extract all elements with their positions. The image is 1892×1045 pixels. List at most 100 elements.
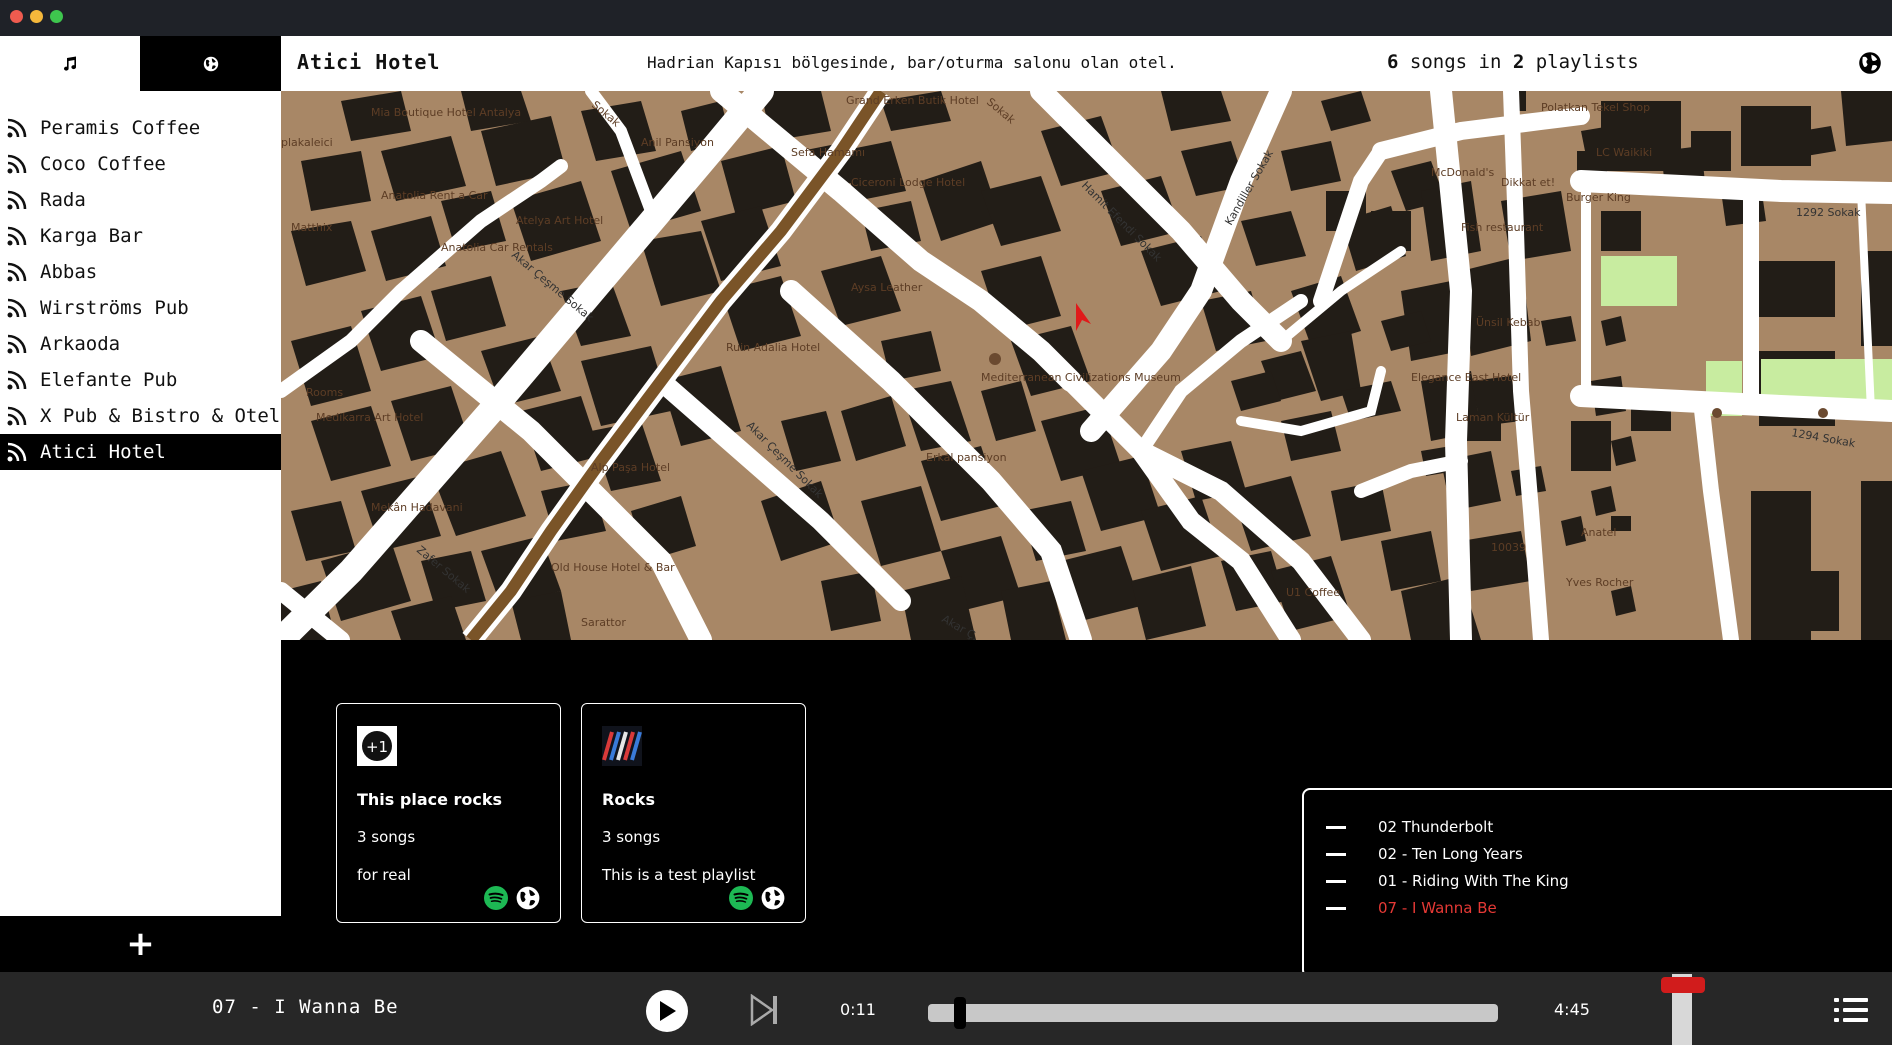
- close-window-button[interactable]: [10, 10, 23, 23]
- map-label: Matthix: [291, 221, 333, 234]
- remove-from-queue-button[interactable]: [1326, 906, 1346, 910]
- queue-item[interactable]: 02 - Ten Long Years: [1326, 845, 1523, 863]
- elapsed-time: 0:11: [840, 1000, 876, 1019]
- maximize-window-button[interactable]: [50, 10, 63, 23]
- queue-item[interactable]: 01 - Riding With The King: [1326, 872, 1569, 890]
- map-label: 1292 Sokak: [1796, 206, 1861, 219]
- queue-list-icon[interactable]: [1834, 996, 1868, 1024]
- map-label: Anatolia Rent a Car: [381, 189, 488, 202]
- tab-places[interactable]: [140, 36, 281, 91]
- sidebar-item[interactable]: Abbas: [0, 254, 281, 290]
- globe-icon[interactable]: [1858, 51, 1882, 75]
- queue-item-label: 01 - Riding With The King: [1378, 872, 1569, 890]
- map-label: plakaleici: [281, 136, 333, 149]
- player-bar: 07 - I Wanna Be 0:11 4:45: [0, 972, 1892, 1045]
- progress-handle[interactable]: [954, 997, 966, 1029]
- playlist-count-text: playlists: [1524, 51, 1639, 73]
- sidebar-item-label: Karga Bar: [40, 225, 143, 247]
- progress-slider[interactable]: [928, 997, 1498, 1029]
- globe-icon[interactable]: [516, 886, 540, 910]
- map-label: Anatolia Car Rentals: [441, 241, 553, 254]
- remove-from-queue-button[interactable]: [1326, 852, 1346, 856]
- map-label: Sokak: [984, 95, 1018, 127]
- map-canvas[interactable]: Mia Boutique Hotel Antalya Grand Erken B…: [281, 91, 1892, 640]
- queue-item[interactable]: 02 Thunderbolt: [1326, 818, 1493, 836]
- place-header: Atici Hotel Hadrian Kapısı bölgesinde, b…: [281, 36, 1892, 91]
- minimize-window-button[interactable]: [30, 10, 43, 23]
- add-place-button[interactable]: +: [0, 916, 281, 972]
- playlist-card[interactable]: Rocks 3 songs This is a test playlist: [581, 703, 806, 923]
- map-view[interactable]: Mia Boutique Hotel Antalya Grand Erken B…: [281, 91, 1892, 640]
- rss-feed-icon: [7, 298, 27, 318]
- map-label: 10039: [1491, 541, 1526, 554]
- sidebar-item[interactable]: Elefante Pub: [0, 362, 281, 398]
- map-label: Sarattor: [581, 616, 626, 629]
- page-title: Atici Hotel: [297, 50, 441, 74]
- map-label: Rooms: [306, 386, 343, 399]
- rss-feed-icon: [7, 370, 27, 390]
- playlist-song-count: 3 songs: [357, 828, 416, 846]
- sidebar-item[interactable]: Arkaoda: [0, 326, 281, 362]
- sidebar-item-label: Coco Coffee: [40, 153, 166, 175]
- playlist-name: This place rocks: [357, 790, 503, 809]
- sidebar-item-label: Wirströms Pub: [40, 297, 189, 319]
- sidebar-item-label: Arkaoda: [40, 333, 121, 355]
- map-label: Erkal pansiyon: [926, 451, 1007, 464]
- map-label: Mekân Hadavani: [371, 501, 463, 514]
- sidebar-item-label: Elefante Pub: [40, 369, 178, 391]
- volume-handle[interactable]: [1661, 977, 1705, 993]
- map-label: Fish restaurant: [1461, 221, 1544, 234]
- rss-feed-icon: [7, 334, 27, 354]
- remove-from-queue-button[interactable]: [1326, 879, 1346, 883]
- tab-playlists[interactable]: [0, 36, 140, 91]
- rss-feed-icon: [7, 226, 27, 246]
- place-description: Hadrian Kapısı bölgesinde, bar/oturma sa…: [647, 53, 1177, 72]
- window-titlebar: [0, 0, 1892, 36]
- map-label: 1294 Sokak: [1790, 426, 1856, 450]
- striped-cover-icon: [602, 726, 642, 766]
- song-count: 6 songs in 2 playlists: [1387, 51, 1639, 73]
- play-button[interactable]: [646, 990, 688, 1032]
- skip-next-icon[interactable]: [750, 994, 780, 1026]
- current-location-marker: [1076, 303, 1091, 331]
- map-label: Yves Rocher: [1565, 576, 1634, 589]
- playlist-description: This is a test playlist: [602, 866, 756, 884]
- sidebar-item[interactable]: X Pub & Bistro & Otel: [0, 398, 281, 434]
- map-label: Alp Paşa Hotel: [591, 461, 670, 474]
- sidebar-item[interactable]: Karga Bar: [0, 218, 281, 254]
- map-label: Anil Pansiyon: [641, 136, 714, 149]
- map-label: Burger King: [1566, 191, 1631, 204]
- sidebar: Peramis Coffee Coco Coffee Rada Karga Bar Ab…: [0, 36, 281, 916]
- queue-panel: 02 Thunderbolt 02 - Ten Long Years 01 - Ri…: [1302, 788, 1892, 978]
- spotify-icon[interactable]: [729, 886, 753, 910]
- sidebar-item[interactable]: Rada: [0, 182, 281, 218]
- playlist-card[interactable]: +1 This place rocks 3 songs for real: [336, 703, 561, 923]
- sidebar-item-label: Abbas: [40, 261, 98, 283]
- queue-item-label: 02 - Ten Long Years: [1378, 845, 1523, 863]
- queue-item-label: 07 - I Wanna Be: [1378, 899, 1497, 917]
- rss-feed-icon: [7, 262, 27, 282]
- remove-from-queue-button[interactable]: [1326, 825, 1346, 829]
- spotify-icon[interactable]: [484, 886, 508, 910]
- map-label: U1 Coffee: [1286, 586, 1340, 599]
- svg-text:+1: +1: [366, 738, 388, 756]
- sidebar-item[interactable]: Peramis Coffee: [0, 110, 281, 146]
- map-label: Laman Kültür: [1456, 411, 1530, 424]
- map-label: Mediterranean Civilizations Museum: [981, 371, 1181, 384]
- song-count-text: songs in: [1398, 51, 1513, 73]
- sidebar-item[interactable]: Atici Hotel: [0, 434, 281, 470]
- now-playing-title: 07 - I Wanna Be: [212, 996, 399, 1018]
- rss-feed-icon: [7, 118, 27, 138]
- queue-item[interactable]: 07 - I Wanna Be: [1326, 899, 1497, 917]
- map-label: Ruin Adalia Hotel: [726, 341, 820, 354]
- map-label: Ciceroni Lodge Hotel: [851, 176, 965, 189]
- globe-icon: [203, 56, 218, 71]
- plus-one-cover-icon: +1: [357, 726, 397, 766]
- map-label: Polatkan Tekel Shop: [1541, 101, 1650, 114]
- playlist-name: Rocks: [602, 790, 655, 809]
- total-time: 4:45: [1554, 1000, 1590, 1019]
- sidebar-item[interactable]: Coco Coffee: [0, 146, 281, 182]
- sidebar-item[interactable]: Wirströms Pub: [0, 290, 281, 326]
- globe-icon[interactable]: [761, 886, 785, 910]
- sidebar-item-label: Peramis Coffee: [40, 117, 201, 139]
